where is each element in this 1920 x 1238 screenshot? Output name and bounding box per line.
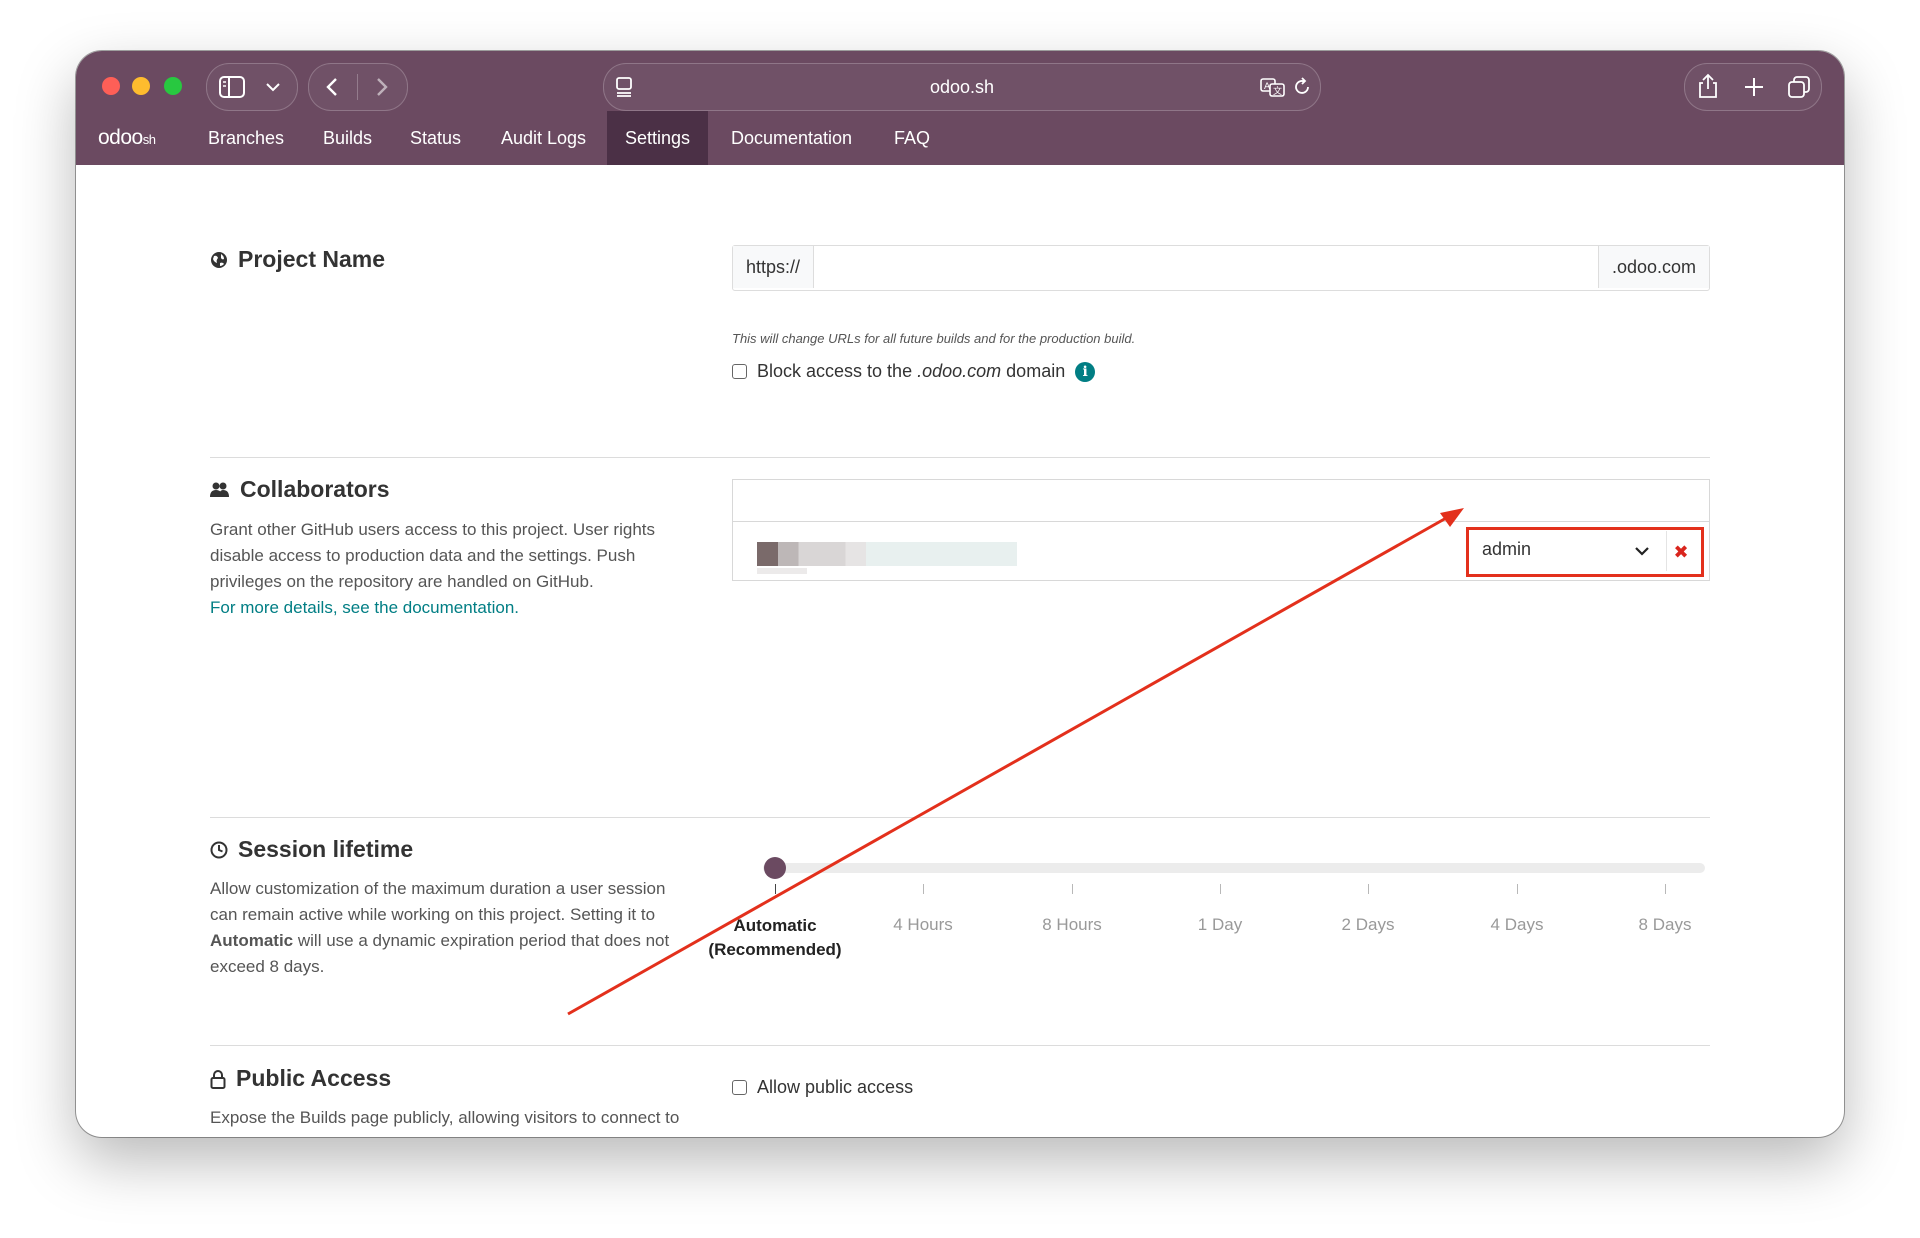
public-access-option[interactable]: Allow public access [732, 1077, 913, 1098]
section-divider [210, 1045, 1710, 1046]
section-divider [210, 817, 1710, 818]
nav-item-builds[interactable]: Builds [305, 111, 390, 165]
new-tab-icon[interactable] [1743, 76, 1765, 98]
block-domain-checkbox[interactable] [732, 364, 747, 379]
public-access-checkbox[interactable] [732, 1080, 747, 1095]
project-name-input[interactable] [823, 246, 1589, 290]
option-8-days[interactable]: 8 Days [1595, 915, 1735, 935]
settings-content: Project Name https:// .odoo.com This wil… [76, 165, 1844, 1137]
svg-text:文: 文 [1273, 85, 1282, 97]
clock-icon [210, 841, 228, 858]
translate-icon[interactable]: A 文 [1260, 76, 1286, 98]
browser-titlebar: odoo.sh A 文 odoosh Branches Builds Statu… [76, 51, 1844, 165]
lock-icon [210, 1069, 226, 1089]
session-lifetime-slider[interactable] [763, 863, 1705, 873]
nav-item-settings[interactable]: Settings [607, 111, 709, 165]
info-icon[interactable]: i [1075, 361, 1096, 382]
nav-item-branches[interactable]: Branches [190, 111, 302, 165]
documentation-link[interactable]: For more details, see the documentation. [210, 598, 519, 617]
collaborators-description: Grant other GitHub users access to this … [210, 520, 656, 617]
nav-item-faq[interactable]: FAQ [876, 111, 948, 165]
globe-icon [211, 251, 227, 268]
collaborators-heading: Collaborators [210, 476, 390, 503]
sidebar-toggle-group[interactable] [206, 63, 298, 111]
project-url-group: https:// .odoo.com [732, 245, 1710, 291]
browser-window: odoo.sh A 文 odoosh Branches Builds Statu… [76, 51, 1844, 1137]
minimize-window-button[interactable] [132, 77, 150, 95]
close-window-button[interactable] [102, 77, 120, 95]
session-lifetime-heading: Session lifetime [210, 836, 413, 863]
project-name-hint: This will change URLs for all future bui… [732, 331, 1136, 346]
option-8-hours[interactable]: 8 Hours [1002, 915, 1142, 935]
slider-tick [1072, 884, 1073, 894]
block-domain-option[interactable]: Block access to the .odoo.com domain i [732, 361, 1096, 382]
session-lifetime-description: Allow customization of the maximum durat… [210, 879, 670, 976]
url-text: odoo.sh [929, 77, 995, 97]
slider-handle[interactable] [764, 857, 786, 879]
collaborator-avatar-name [757, 542, 1017, 566]
option-2-days[interactable]: 2 Days [1298, 915, 1438, 935]
option-4-days[interactable]: 4 Days [1447, 915, 1587, 935]
tab-overview-icon[interactable] [1787, 75, 1811, 99]
slider-tick [1220, 884, 1221, 894]
slider-tick [1517, 884, 1518, 894]
history-nav-group [308, 63, 408, 111]
share-icon[interactable] [1697, 73, 1719, 99]
block-domain-label: Block access to the .odoo.com domain [757, 361, 1066, 381]
project-name-heading: Project Name [210, 246, 385, 273]
slider-tick [775, 884, 776, 894]
url-suffix: .odoo.com [1597, 246, 1709, 288]
slider-tick [1368, 884, 1369, 894]
url-prefix: https:// [733, 246, 815, 288]
address-bar[interactable]: odoo.sh A 文 [603, 63, 1321, 111]
public-access-heading: Public Access [210, 1065, 391, 1092]
collaborator-search-input[interactable] [733, 480, 1709, 522]
svg-text:A: A [1264, 82, 1271, 92]
option-4-hours[interactable]: 4 Hours [853, 915, 993, 935]
slider-tick [1665, 884, 1666, 894]
nav-item-audit-logs[interactable]: Audit Logs [483, 111, 604, 165]
reload-icon[interactable] [1292, 76, 1312, 98]
annotation-highlight-box [1466, 527, 1704, 577]
option-1-day[interactable]: 1 Day [1150, 915, 1290, 935]
nav-item-status[interactable]: Status [392, 111, 479, 165]
slider-tick [923, 884, 924, 894]
public-access-description: Expose the Builds page publicly, allowin… [210, 1108, 680, 1137]
back-arrow-icon[interactable] [323, 76, 341, 98]
toolbar-actions-group [1684, 63, 1822, 111]
app-navbar: odoosh Branches Builds Status Audit Logs… [76, 111, 1844, 165]
zoom-window-button[interactable] [164, 77, 182, 95]
public-access-label: Allow public access [757, 1077, 914, 1097]
section-divider [210, 457, 1710, 458]
chevron-down-icon[interactable] [265, 81, 281, 93]
option-automatic[interactable]: Automatic (Recommended) [705, 914, 845, 962]
users-icon [210, 482, 229, 497]
odoo-sh-logo[interactable]: odoosh [98, 126, 156, 150]
nav-item-documentation[interactable]: Documentation [713, 111, 870, 165]
forward-arrow-icon[interactable] [373, 76, 391, 98]
sidebar-icon [219, 76, 245, 98]
